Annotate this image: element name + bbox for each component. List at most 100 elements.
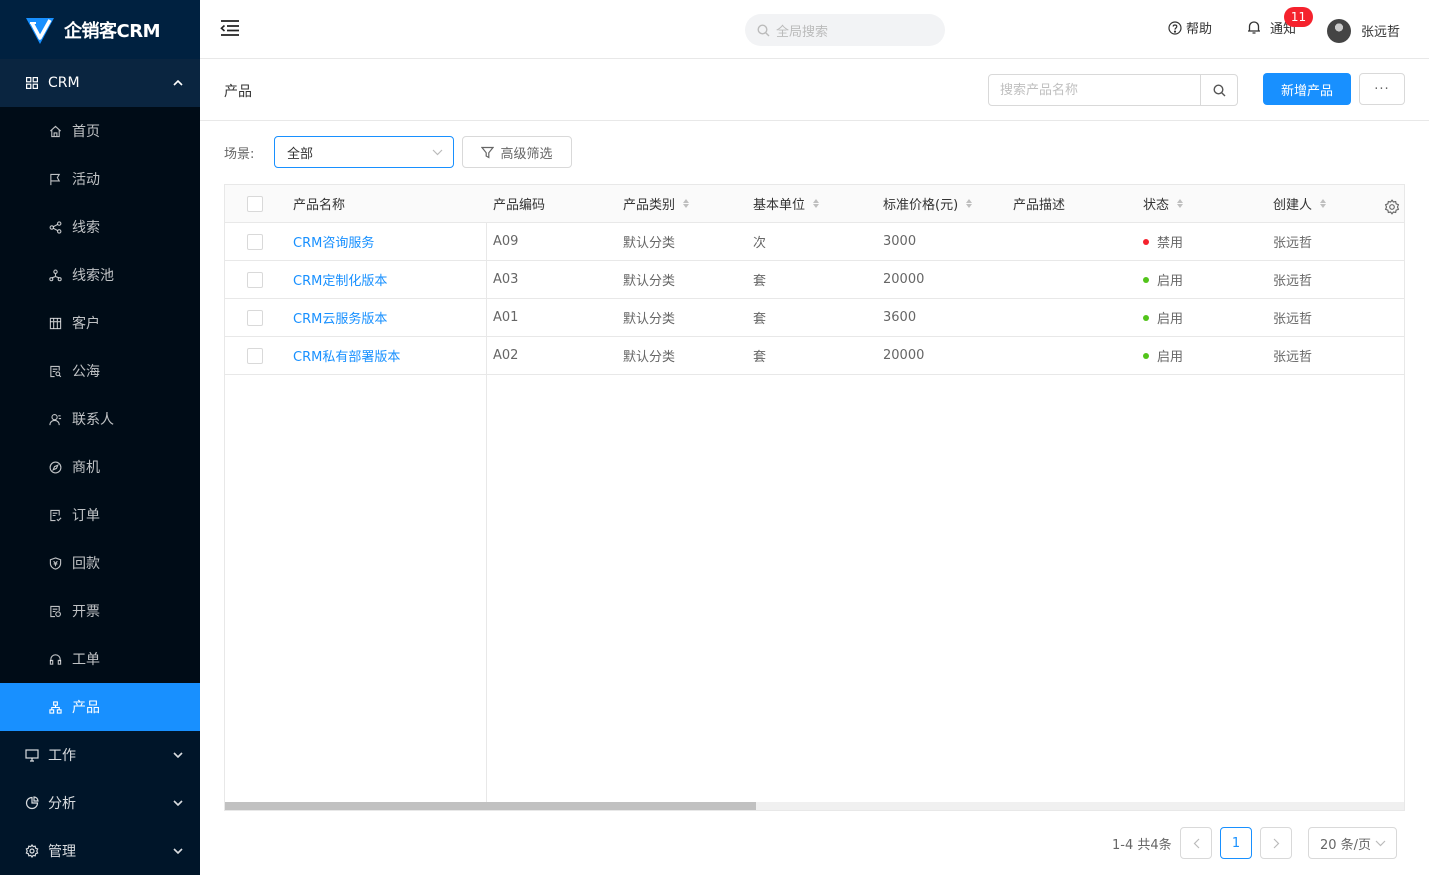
row-checkbox[interactable] [247, 223, 263, 260]
product-code: A03 [493, 272, 519, 287]
order-icon [48, 508, 62, 522]
status-dot [1143, 352, 1149, 359]
sort-icon[interactable] [966, 199, 973, 208]
product-search-button[interactable] [1200, 75, 1237, 105]
sidebar-item-home[interactable]: 首页 [0, 107, 200, 155]
gear-icon [24, 843, 40, 859]
col-header-category[interactable]: 产品类别 [623, 185, 690, 222]
sidebar-item-orders[interactable]: 订单 [0, 491, 200, 539]
sidebar-group-work[interactable]: 工作 [0, 731, 200, 779]
sidebar-item-products[interactable]: 产品 [0, 683, 200, 731]
scene-select[interactable]: 全部 [274, 136, 454, 168]
sidebar-item-public-sea[interactable]: 公海 [0, 347, 200, 395]
status-text: 启用 [1157, 274, 1184, 289]
scrollbar-thumb[interactable] [225, 802, 756, 810]
scene-label: 场景: [224, 147, 255, 162]
col-header-unit[interactable]: 基本单位 [753, 185, 820, 222]
status-text: 禁用 [1157, 236, 1184, 251]
sort-icon[interactable] [1320, 199, 1327, 208]
product-search-input[interactable] [989, 75, 1200, 105]
sidebar-item-payments[interactable]: 回款 [0, 539, 200, 587]
sidebar-item-customers[interactable]: 客户 [0, 299, 200, 347]
table-settings-icon[interactable] [1384, 188, 1400, 225]
advanced-filter-button[interactable]: 高级筛选 [462, 136, 572, 168]
page-toolbar: 产品 新增产品 ··· [200, 60, 1429, 121]
table-row[interactable]: CRM定制化版本 A03 默认分类 套 20000 启用 张远哲 [225, 261, 1404, 299]
sidebar-item-leads[interactable]: 线索 [0, 203, 200, 251]
sidebar-group-label: 工作 [48, 748, 76, 764]
product-category: 默认分类 [623, 350, 676, 365]
col-header-creator[interactable]: 创建人 [1273, 185, 1327, 222]
avatar[interactable] [1327, 19, 1351, 43]
product-price: 3000 [883, 234, 917, 249]
sidebar-item-label: 联系人 [72, 412, 114, 428]
sidebar-group-analysis[interactable]: 分析 [0, 779, 200, 827]
sort-icon[interactable] [813, 199, 820, 208]
row-checkbox[interactable] [247, 337, 263, 374]
table-header: 产品名称 产品编码 产品类别 基本单位 标准价格(元) 产品描述 状态 创建人 [225, 185, 1404, 223]
sidebar-item-tickets[interactable]: 工单 [0, 635, 200, 683]
chevron-down-icon [432, 145, 443, 160]
sidebar-item-contacts[interactable]: 联系人 [0, 395, 200, 443]
sidebar-item-label: 线索池 [72, 268, 114, 284]
pagination-total: 1-4 共4条 [1112, 838, 1172, 853]
sidebar-item-invoices[interactable]: 开票 [0, 587, 200, 635]
page-size-select[interactable]: 20 条/页 [1308, 827, 1397, 859]
logo[interactable]: 企销客CRM [0, 0, 200, 59]
sidebar-item-label: 公海 [72, 364, 100, 380]
col-header-label: 标准价格(元) [883, 198, 959, 213]
add-product-button[interactable]: 新增产品 [1263, 73, 1351, 105]
help-link[interactable]: 帮助 [1168, 18, 1212, 37]
horizontal-scrollbar[interactable] [225, 802, 1404, 810]
col-header-price[interactable]: 标准价格(元) [883, 185, 973, 222]
product-name-link[interactable]: CRM私有部署版本 [293, 337, 400, 374]
product-unit: 套 [753, 350, 767, 365]
product-name-link[interactable]: CRM云服务版本 [293, 299, 387, 336]
table-row[interactable]: CRM私有部署版本 A02 默认分类 套 20000 启用 张远哲 [225, 337, 1404, 375]
table-row[interactable]: CRM咨询服务 A09 默认分类 次 3000 禁用 张远哲 [225, 223, 1404, 261]
table-row[interactable]: CRM云服务版本 A01 默认分类 套 3600 启用 张远哲 [225, 299, 1404, 337]
product-name-link[interactable]: CRM定制化版本 [293, 261, 387, 298]
col-header-status[interactable]: 状态 [1143, 185, 1184, 222]
next-page-button[interactable] [1260, 827, 1292, 859]
col-header-label: 基本单位 [753, 198, 806, 213]
product-creator: 张远哲 [1273, 236, 1313, 251]
sidebar-item-opportunities[interactable]: 商机 [0, 443, 200, 491]
product-name-link[interactable]: CRM咨询服务 [293, 223, 374, 260]
sort-icon[interactable] [683, 199, 690, 208]
prev-page-button[interactable] [1180, 827, 1212, 859]
global-search-input[interactable]: 全局搜索 [745, 14, 945, 46]
row-checkbox[interactable] [247, 261, 263, 298]
status-text: 启用 [1157, 350, 1184, 365]
user-menu[interactable]: 张远哲 [1361, 21, 1400, 40]
product-category: 默认分类 [623, 236, 676, 251]
advanced-filter-label: 高级筛选 [500, 146, 553, 162]
status-text: 启用 [1157, 312, 1184, 327]
row-checkbox[interactable] [247, 299, 263, 336]
product-code: A02 [493, 348, 519, 363]
product-category: 默认分类 [623, 274, 676, 289]
col-header-name: 产品名称 [293, 198, 346, 213]
sidebar-item-activity[interactable]: 活动 [0, 155, 200, 203]
col-header-code: 产品编码 [493, 198, 546, 213]
home-icon [48, 124, 62, 138]
page-number-current[interactable]: 1 [1220, 827, 1252, 859]
select-all-checkbox[interactable] [247, 185, 263, 222]
search-icon [1212, 83, 1225, 96]
sort-icon[interactable] [1177, 199, 1184, 208]
product-price: 20000 [883, 348, 925, 363]
cluster-icon [48, 268, 62, 282]
chevron-down-icon [172, 797, 184, 809]
product-code: A01 [493, 310, 519, 325]
status-badge: 启用 [1143, 299, 1183, 336]
menu-fold-icon[interactable] [219, 17, 241, 39]
product-icon [48, 700, 62, 714]
sidebar-group-admin[interactable]: 管理 [0, 827, 200, 875]
product-price: 20000 [883, 272, 925, 287]
more-actions-button[interactable]: ··· [1359, 73, 1405, 105]
sidebar-group-crm[interactable]: CRM [0, 59, 200, 107]
sidebar-item-lead-pool[interactable]: 线索池 [0, 251, 200, 299]
filter-icon [481, 146, 495, 159]
bell-icon [1247, 20, 1261, 35]
invoice-icon [48, 604, 62, 618]
